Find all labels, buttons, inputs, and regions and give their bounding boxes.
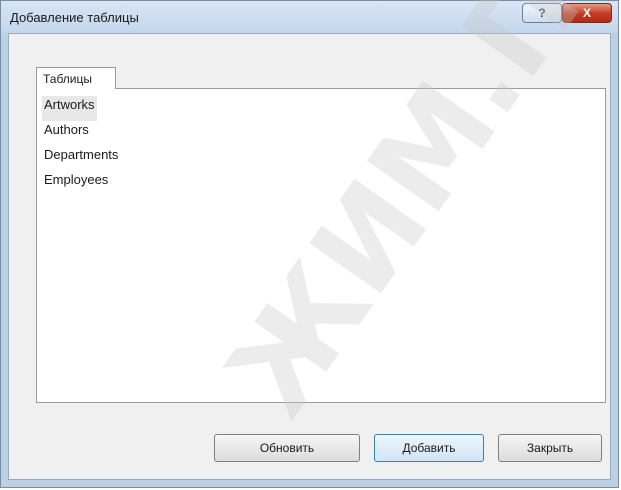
close-button[interactable]: Закрыть: [498, 434, 602, 462]
add-table-dialog: Добавление таблицы ? X Таблицы Artworks …: [0, 0, 619, 488]
window-close-button[interactable]: X: [562, 3, 612, 23]
list-item[interactable]: Artworks: [42, 96, 120, 121]
help-button[interactable]: ?: [522, 3, 562, 23]
table-item-employees[interactable]: Employees: [42, 171, 120, 196]
table-item-authors[interactable]: Authors: [42, 121, 120, 146]
refresh-button[interactable]: Обновить: [214, 434, 360, 462]
table-item-artworks[interactable]: Artworks: [42, 96, 97, 121]
table-item-departments[interactable]: Departments: [42, 146, 120, 171]
dialog-title: Добавление таблицы: [10, 10, 139, 25]
tab-tables[interactable]: Таблицы: [36, 67, 116, 89]
close-icon: X: [582, 6, 591, 20]
add-button[interactable]: Добавить: [374, 434, 484, 462]
tables-list[interactable]: Artworks Authors Departments Employees: [42, 96, 120, 196]
title-bar[interactable]: Добавление таблицы ? X: [1, 1, 618, 33]
dialog-client-area: Таблицы Artworks Authors Departments Emp…: [8, 33, 611, 480]
help-icon: ?: [538, 6, 546, 20]
tables-tab-panel: Artworks Authors Departments Employees: [36, 88, 606, 403]
